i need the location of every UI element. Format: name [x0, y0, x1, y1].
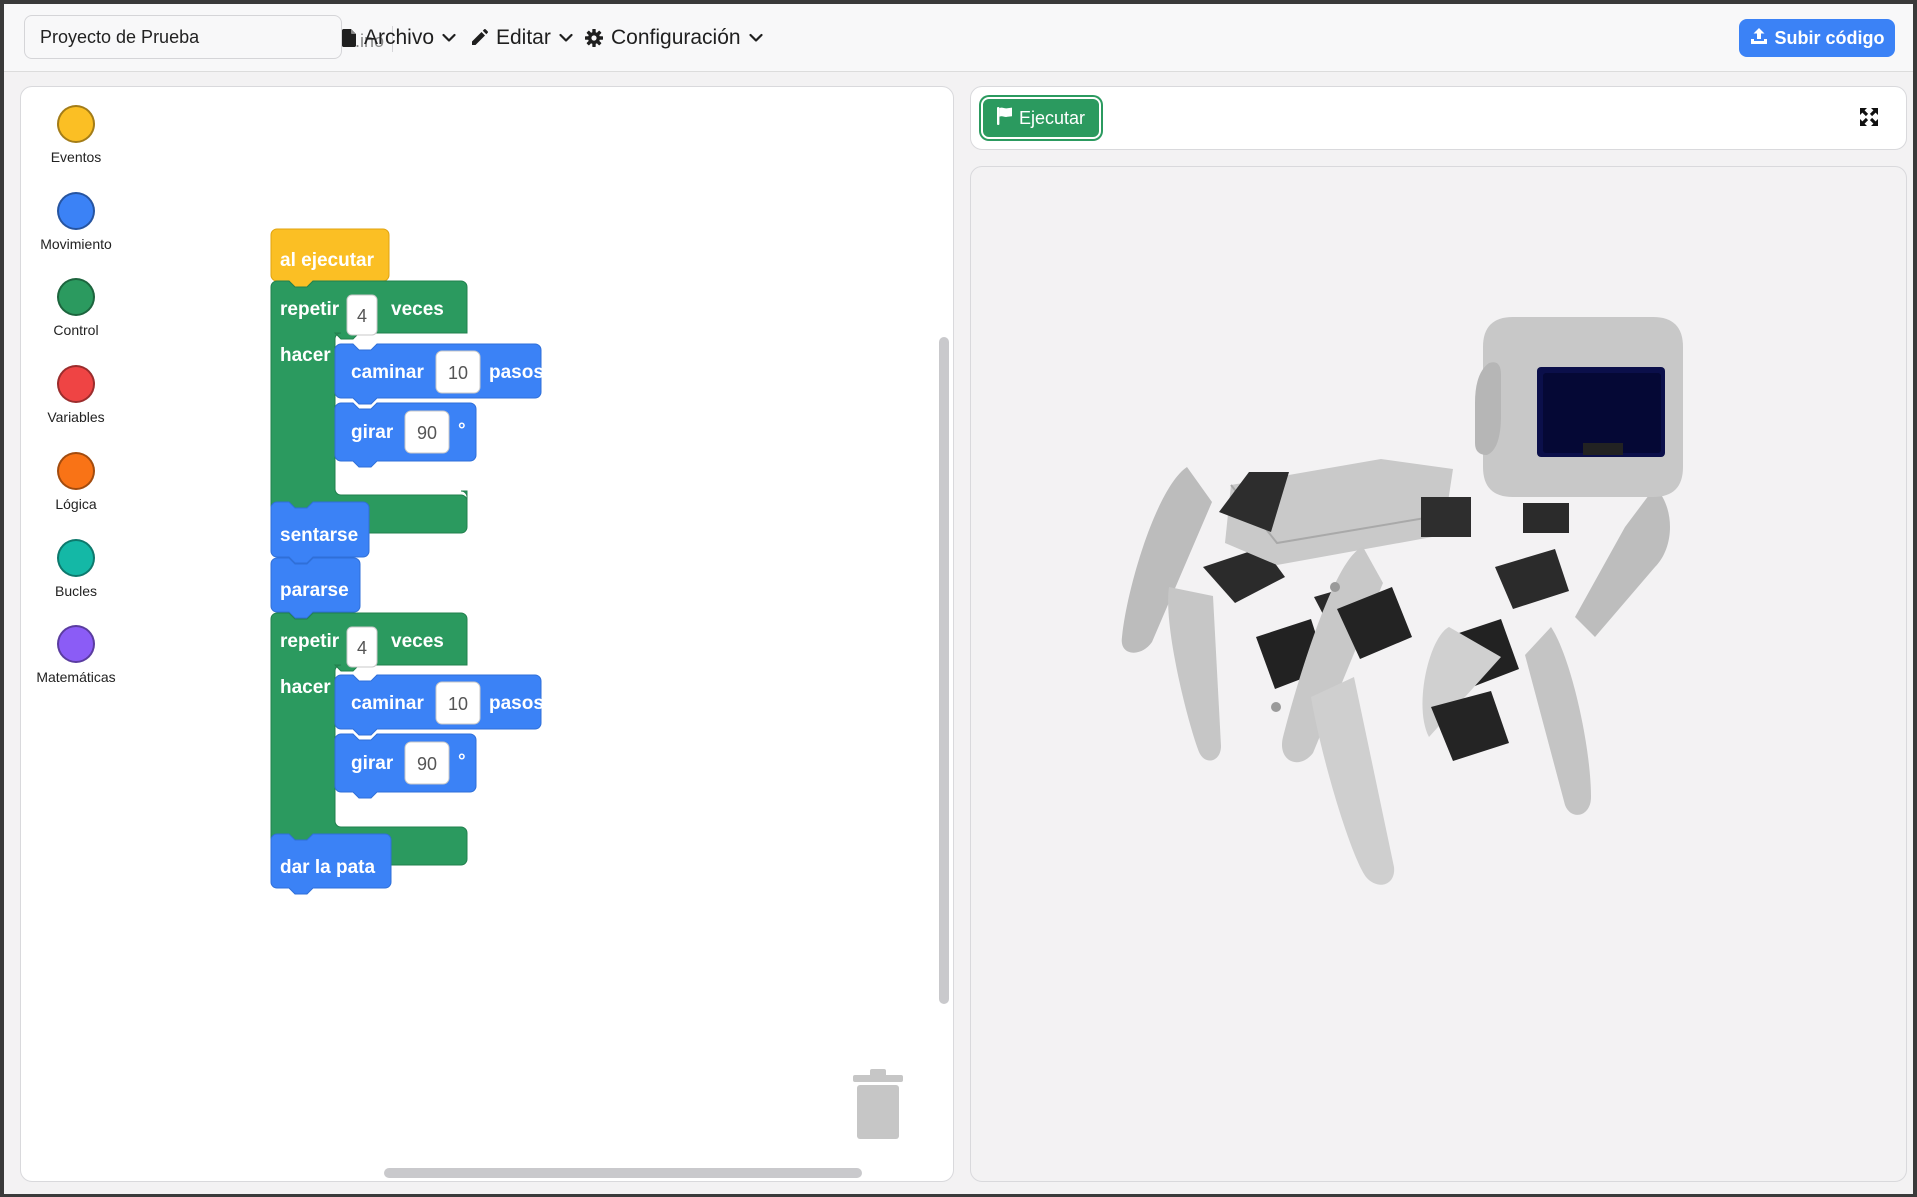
- walk-block-1[interactable]: caminar 10 pasos: [334, 343, 544, 405]
- flag-icon: [996, 106, 1013, 130]
- menu-editar[interactable]: Editar: [470, 23, 573, 53]
- chevron-down-icon: [748, 33, 763, 43]
- turn-block-2[interactable]: girar 90 °: [334, 733, 477, 799]
- upload-code-button[interactable]: Subir código: [1739, 19, 1895, 57]
- do-label: hacer: [280, 345, 331, 366]
- walk-label: caminar: [351, 693, 424, 714]
- sit-label: sentarse: [280, 525, 358, 546]
- run-button[interactable]: Ejecutar: [981, 97, 1101, 139]
- top-toolbar: .ino Archivo Editar: [4, 4, 1913, 72]
- robot-3d-viewer[interactable]: [970, 166, 1907, 1182]
- repeat-label: repetir: [280, 631, 340, 652]
- turn-degrees-value: 90: [417, 754, 437, 774]
- times-label: veces: [391, 631, 444, 652]
- stand-label: pararse: [280, 580, 349, 601]
- app-window: .ino Archivo Editar: [4, 4, 1913, 1194]
- degree-symbol: °: [458, 751, 466, 772]
- project-name-input[interactable]: [24, 15, 342, 59]
- times-label: veces: [391, 299, 444, 320]
- trash-icon[interactable]: [851, 1069, 905, 1146]
- simulator-toolbar: Ejecutar: [970, 86, 1907, 150]
- workspace-horizontal-scrollbar[interactable]: [384, 1168, 862, 1178]
- walk-steps-value: 10: [448, 363, 468, 383]
- stand-block[interactable]: pararse: [270, 557, 361, 619]
- expand-icon[interactable]: [1860, 108, 1878, 131]
- menu-editar-label: Editar: [496, 26, 551, 49]
- menu-configuracion-label: Configuración: [611, 26, 741, 49]
- workspace-vertical-scrollbar[interactable]: [939, 337, 949, 1004]
- run-label: Ejecutar: [1018, 107, 1086, 128]
- steps-label: pasos: [489, 693, 544, 714]
- walk-steps-value: 10: [448, 694, 468, 714]
- menu-archivo[interactable]: Archivo: [342, 23, 456, 53]
- repeat-label: repetir: [280, 299, 340, 320]
- turn-label: girar: [351, 422, 394, 443]
- block-canvas: al ejecutar repetir 4 veces hacer camina…: [270, 228, 544, 895]
- blocks-workspace[interactable]: Eventos Movimiento Control Variables Lóg…: [20, 86, 954, 1182]
- menu-configuracion[interactable]: Configuración: [585, 23, 763, 53]
- give-paw-label: dar la pata: [280, 857, 375, 878]
- walk-label: caminar: [351, 362, 424, 383]
- file-icon: [342, 29, 356, 47]
- upload-code-label: Subir código: [1774, 27, 1885, 48]
- sit-block[interactable]: sentarse: [270, 501, 370, 564]
- do-label: hacer: [280, 677, 331, 698]
- degree-symbol: °: [458, 420, 466, 441]
- chevron-down-icon: [559, 33, 573, 43]
- event-block-al-ejecutar[interactable]: al ejecutar: [270, 228, 390, 288]
- robot-dog-model: [1121, 317, 1683, 885]
- give-paw-block[interactable]: dar la pata: [270, 833, 392, 895]
- turn-degrees-value: 90: [417, 423, 437, 443]
- pencil-icon: [470, 29, 488, 47]
- walk-block-2[interactable]: caminar 10 pasos: [334, 674, 544, 736]
- repeat-count-value: 4: [357, 306, 367, 326]
- robot-front-legs: [1271, 547, 1509, 885]
- upload-icon: [1750, 27, 1768, 50]
- robot-body: [1219, 459, 1471, 565]
- repeat-count-value: 4: [357, 638, 367, 658]
- turn-block-1[interactable]: girar 90 °: [334, 402, 477, 468]
- menu-archivo-label: Archivo: [364, 26, 435, 49]
- gear-icon: [585, 29, 603, 47]
- turn-label: girar: [351, 753, 394, 774]
- steps-label: pasos: [489, 362, 544, 383]
- event-block-label: al ejecutar: [280, 250, 375, 271]
- chevron-down-icon: [442, 33, 456, 43]
